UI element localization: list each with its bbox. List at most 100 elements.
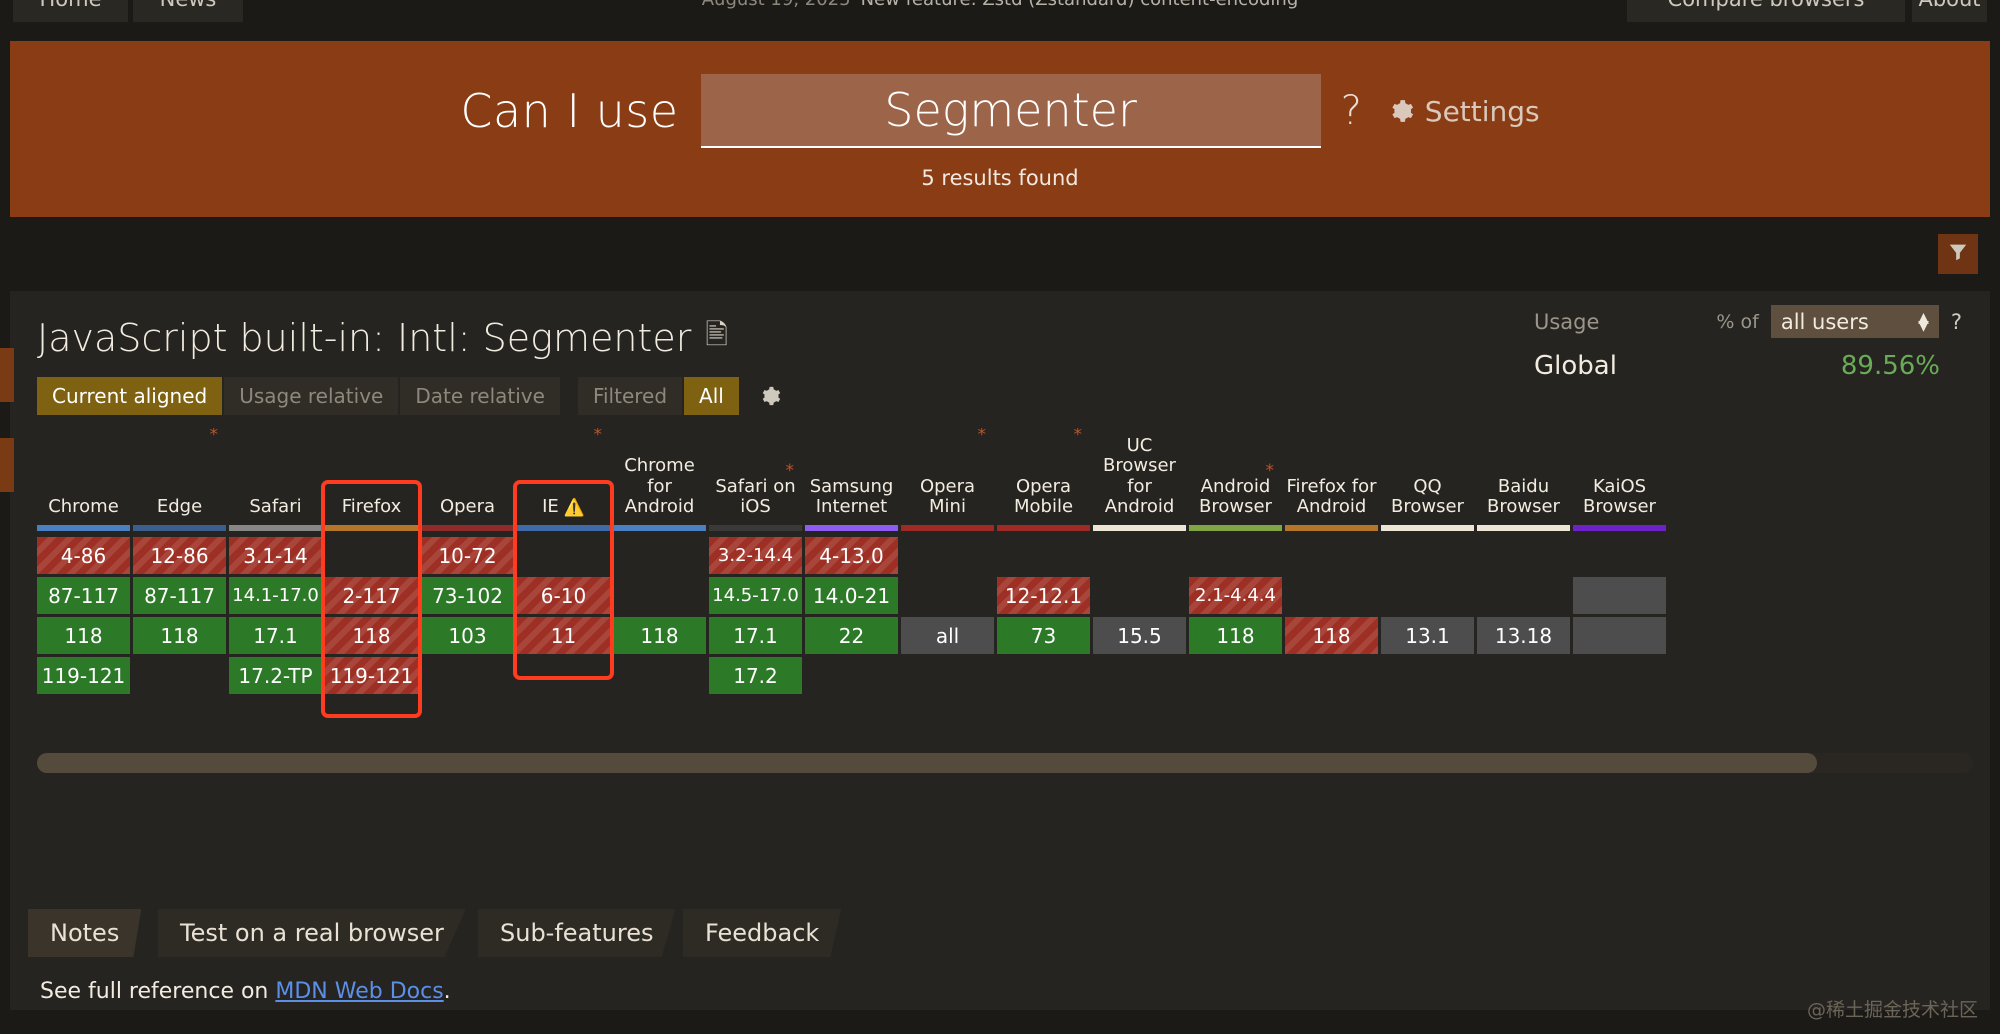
version-cell[interactable]: 14.1-17.0	[229, 577, 322, 614]
browser-header[interactable]: Chrome	[37, 428, 130, 520]
version-cell	[805, 657, 898, 694]
document-icon[interactable]: 🖹	[705, 314, 728, 362]
table-settings-gear-icon[interactable]	[759, 385, 781, 407]
news-headline[interactable]: New feature: Zstd (Zstandard) content-en…	[861, 0, 1299, 10]
version-cell[interactable]: 73	[997, 617, 1090, 654]
segbtn-all[interactable]: All	[684, 377, 739, 415]
browser-header[interactable]: Edge *	[133, 428, 226, 520]
version-cell[interactable]: 17.1	[709, 617, 802, 654]
header-help-icon[interactable]: ?	[1341, 88, 1362, 134]
browser-header[interactable]: Firefox for Android	[1285, 428, 1378, 520]
usage-help-icon[interactable]: ?	[1951, 310, 1962, 334]
version-cell[interactable]	[1573, 617, 1666, 654]
side-tab-prev[interactable]	[0, 348, 14, 402]
version-cell[interactable]: 119-121	[325, 657, 418, 694]
version-cells	[1573, 537, 1666, 694]
feature-title-text: JavaScript built-in: Intl: Segmenter	[37, 316, 692, 360]
browser-header[interactable]: Android Browser *	[1189, 428, 1282, 520]
segbtn-usage-relative[interactable]: Usage relative	[224, 377, 399, 415]
browser-column: IE ⚠️ * 6-10 11	[517, 428, 610, 738]
browser-name: Firefox	[341, 496, 402, 518]
version-cell[interactable]: 17.2	[709, 657, 802, 694]
version-cell[interactable]: 118	[613, 617, 706, 654]
version-cell[interactable]: 13.18	[1477, 617, 1570, 654]
tab-test-on-real-browser[interactable]: Test on a real browser	[158, 909, 466, 957]
browser-header[interactable]: Baidu Browser	[1477, 428, 1570, 520]
segbtn-filtered[interactable]: Filtered	[577, 377, 683, 415]
version-cell[interactable]: 118	[133, 617, 226, 654]
browser-header[interactable]: Opera Mini *	[901, 428, 994, 520]
version-cell[interactable]: 6-10	[517, 577, 610, 614]
version-cell[interactable]: 118	[37, 617, 130, 654]
version-cell[interactable]: 3.2-14.4	[709, 537, 802, 574]
mdn-web-docs-link[interactable]: MDN Web Docs	[275, 979, 443, 1004]
browser-color-bar	[517, 525, 610, 531]
version-cell	[133, 657, 226, 694]
version-cell[interactable]: 12-12.1	[997, 577, 1090, 614]
version-cell[interactable]: 119-121	[37, 657, 130, 694]
news-ticker[interactable]: August 19, 2025 New feature: Zstd (Zstan…	[500, 0, 1500, 22]
browser-header[interactable]: Safari on iOS *	[709, 428, 802, 520]
version-cell[interactable]: 87-117	[37, 577, 130, 614]
browser-header[interactable]: UC Browser for Android	[1093, 428, 1186, 520]
version-cell	[1285, 577, 1378, 614]
browser-header[interactable]: IE ⚠️ *	[517, 428, 610, 520]
usage-audience-select[interactable]: all users ▲ ▼	[1770, 305, 1939, 338]
tab-notes[interactable]: Notes	[28, 909, 142, 957]
version-cell[interactable]: 4-13.0	[805, 537, 898, 574]
tab-sub-features[interactable]: Sub-features	[478, 909, 676, 957]
browser-header[interactable]: Opera	[421, 428, 514, 520]
version-cell[interactable]: 4-86	[37, 537, 130, 574]
version-cell	[517, 537, 610, 574]
browser-header[interactable]: Safari	[229, 428, 322, 520]
version-cell[interactable]: 73-102	[421, 577, 514, 614]
version-cells: 15.5	[1093, 537, 1186, 694]
segbtn-current-aligned[interactable]: Current aligned	[37, 377, 223, 415]
version-cell[interactable]: 118	[1285, 617, 1378, 654]
side-tab-next[interactable]	[0, 438, 14, 492]
filter-button[interactable]	[1938, 234, 1978, 274]
scrollbar-thumb[interactable]	[37, 753, 1817, 773]
search-value[interactable]: Segmenter	[884, 83, 1137, 137]
version-cell[interactable]	[1573, 577, 1666, 614]
version-cell[interactable]: 17.2-TP	[229, 657, 322, 694]
filter-bar	[10, 217, 1990, 291]
notes-prefix: See full reference on	[40, 979, 276, 1004]
version-cell	[901, 577, 994, 614]
version-cell[interactable]: 118	[325, 617, 418, 654]
version-cell	[1477, 577, 1570, 614]
version-cell[interactable]: 22	[805, 617, 898, 654]
version-cell[interactable]: 118	[1189, 617, 1282, 654]
nav-news[interactable]: News	[133, 0, 243, 22]
tab-feedback[interactable]: Feedback	[683, 909, 842, 957]
version-cell[interactable]: 2-117	[325, 577, 418, 614]
browser-header[interactable]: KaiOS Browser	[1573, 428, 1666, 520]
browser-header[interactable]: Chrome for Android	[613, 428, 706, 520]
version-cell[interactable]: 2.1-4.4.4	[1189, 577, 1282, 614]
version-cell[interactable]: 10-72	[421, 537, 514, 574]
browser-header[interactable]: Opera Mobile *	[997, 428, 1090, 520]
nav-compare-browsers[interactable]: Compare browsers	[1627, 0, 1905, 22]
version-cell	[1189, 657, 1282, 694]
settings-button[interactable]: Settings	[1388, 95, 1540, 128]
version-cell[interactable]: 17.1	[229, 617, 322, 654]
segbtn-date-relative[interactable]: Date relative	[400, 377, 560, 415]
browser-header[interactable]: QQ Browser	[1381, 428, 1474, 520]
version-cell[interactable]: 14.0-21	[805, 577, 898, 614]
version-cell[interactable]: 13.1	[1381, 617, 1474, 654]
version-cell[interactable]: 14.5-17.0	[709, 577, 802, 614]
browser-support-table[interactable]: Chrome 4-86 87-117 118 119-121 Edge * 12-86 87-1…	[37, 428, 1973, 738]
version-cell[interactable]: all	[901, 617, 994, 654]
browser-header[interactable]: Samsung Internet	[805, 428, 898, 520]
version-cell[interactable]: 87-117	[133, 577, 226, 614]
version-cell[interactable]: 11	[517, 617, 610, 654]
version-cell[interactable]: 15.5	[1093, 617, 1186, 654]
table-horizontal-scrollbar[interactable]	[37, 753, 1973, 773]
version-cell[interactable]: 3.1-14	[229, 537, 322, 574]
nav-home[interactable]: Home	[13, 0, 128, 22]
browser-header[interactable]: Firefox	[325, 428, 418, 520]
version-cell[interactable]: 12-86	[133, 537, 226, 574]
search-input[interactable]: Segmenter	[700, 74, 1321, 148]
version-cell[interactable]: 103	[421, 617, 514, 654]
nav-about[interactable]: About	[1912, 0, 1987, 22]
